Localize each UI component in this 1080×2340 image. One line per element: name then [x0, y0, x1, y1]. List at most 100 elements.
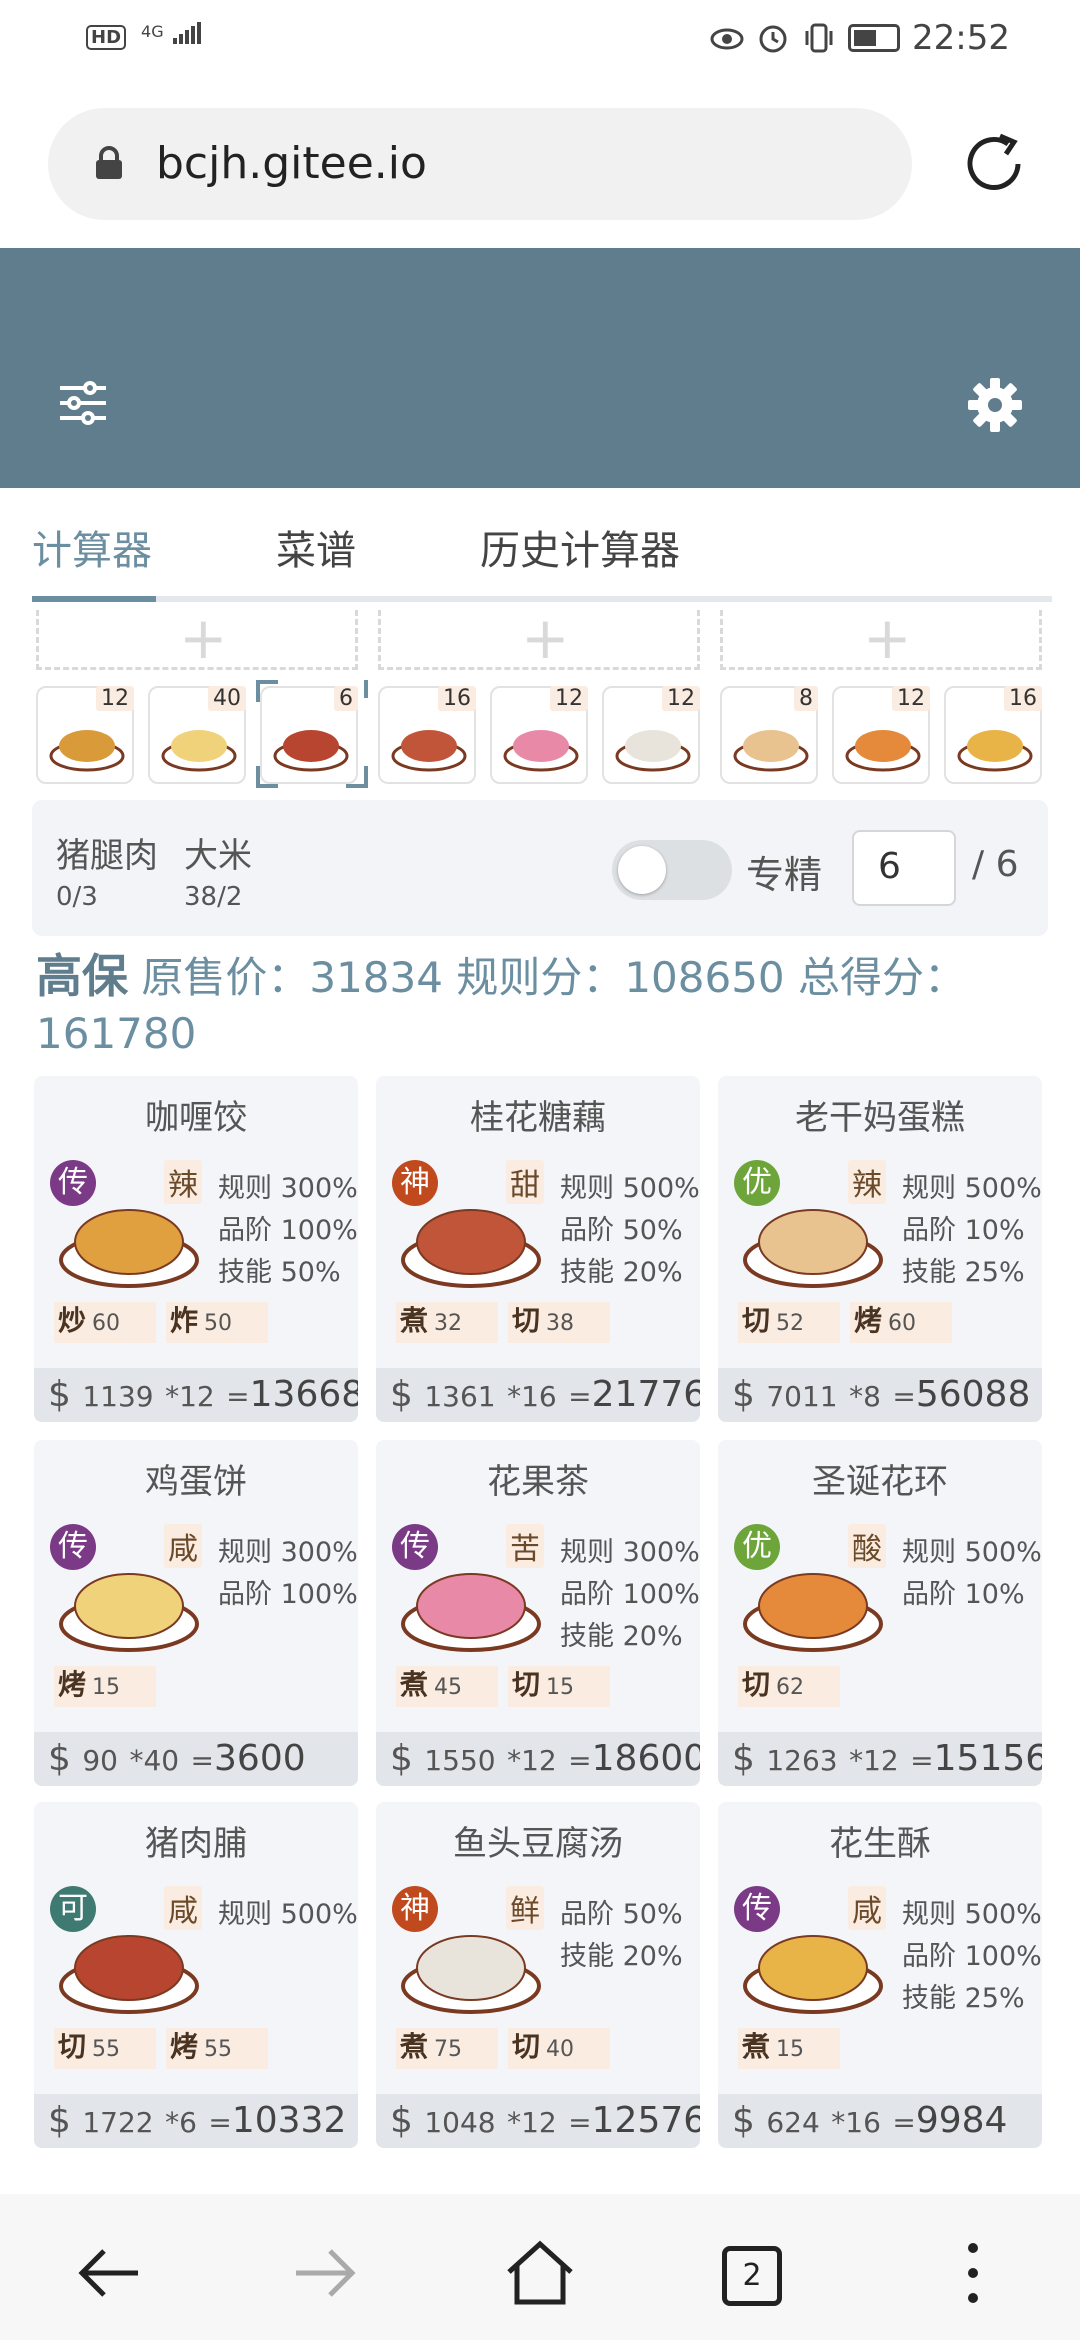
tab-count-button[interactable]: 2: [722, 2246, 782, 2306]
flavor-tag: 辣: [164, 1160, 202, 1204]
total-price: 10332: [231, 2100, 347, 2141]
chef-slot-1[interactable]: +: [36, 609, 358, 670]
total-price: 13668: [249, 1374, 358, 1415]
back-arrow-icon[interactable]: [74, 2238, 144, 2308]
dish-image: [733, 730, 809, 772]
flavor-tag: 咸: [848, 1886, 886, 1930]
recipe-count: 16: [438, 686, 476, 711]
unit-price: 1550: [424, 1744, 496, 1777]
recipe-card[interactable]: 鸡蛋饼传 咸规则 300% 品阶 100% 烤 15 $ 90 *40 =3600: [34, 1440, 358, 1786]
signal-icon: [172, 22, 203, 50]
recipe-card[interactable]: 老干妈蛋糕优辣规则 500% 品阶 10% 技能 25% 切 52 烤 60 $ 7011 *…: [718, 1076, 1042, 1422]
rarity-badge: 神: [392, 1160, 438, 1206]
flavor-tag: 酸: [848, 1524, 886, 1568]
eye-icon: [710, 21, 744, 55]
multiplier-text: 技能 25%: [902, 1257, 1025, 1288]
forward-arrow-icon[interactable]: [290, 2238, 360, 2308]
filter-settings-icon[interactable]: [58, 378, 108, 428]
multiplier-text: 品阶 100%: [902, 1941, 1042, 1972]
unit-price: 7011: [766, 1380, 838, 1413]
skill-value: 40: [546, 2037, 575, 2062]
hd-badge: HD: [86, 25, 127, 50]
skill-value: 50: [204, 1311, 233, 1336]
rarity-badge: 优: [734, 1524, 780, 1570]
skill-list: 烤 15: [54, 1666, 166, 1707]
gear-icon[interactable]: [966, 376, 1024, 434]
recipe-card[interactable]: 花生酥传 咸规则 500% 品阶 100% 技能 25% 煮 15 $ 624 *16 =9…: [718, 1802, 1042, 2148]
more-menu-icon[interactable]: [938, 2238, 1008, 2308]
dish-image: [161, 730, 237, 772]
skill-name: 炒: [58, 1304, 87, 1337]
price-footer: $ 624 *16 =9984: [718, 2094, 1042, 2148]
multiplier-text: 品阶 100%: [218, 1579, 358, 1610]
skill-name: 切: [58, 2030, 87, 2063]
multiplier-text: 规则 300%: [560, 1537, 700, 1568]
rarity-badge: 传: [392, 1524, 438, 1570]
currency-symbol: $: [732, 1738, 755, 1779]
recipe-card[interactable]: 桂花糖藕神甜规则 500% 品阶 50% 技能 20% 煮 32 切 38 $ 1361 *1…: [376, 1076, 700, 1422]
skill-name: 煮: [400, 2030, 429, 2063]
browser-bottom-nav: 2: [0, 2194, 1080, 2340]
mastery-max: / 6: [972, 844, 1019, 885]
tab-recipes[interactable]: 菜谱: [276, 518, 356, 576]
reload-icon[interactable]: [958, 128, 1030, 200]
main-tabs: 计算器 菜谱 历史计算器: [32, 488, 1052, 604]
recipe-name: 老干妈蛋糕: [795, 1098, 965, 1138]
recipe-thumb[interactable]: 12: [602, 686, 700, 784]
total-price: 9984: [915, 2100, 1008, 2141]
currency-symbol: $: [390, 2100, 413, 2141]
skill-name: 炸: [170, 1304, 199, 1337]
recipe-card[interactable]: 花果茶传苦规则 300% 品阶 100% 技能 20% 煮 45 切 15 $ 1550 *1…: [376, 1440, 700, 1786]
recipe-card[interactable]: 鱼头豆腐汤神鲜品阶 50% 技能 20% 煮 75 切 40 $ 1048 *12 =125…: [376, 1802, 700, 2148]
recipe-thumb[interactable]: 12: [490, 686, 588, 784]
quantity: *6: [165, 2106, 197, 2139]
unit-price: 90: [82, 1744, 118, 1777]
recipe-thumb[interactable]: 12: [832, 686, 930, 784]
quantity: *12: [507, 2106, 557, 2139]
skill-value: 75: [434, 2037, 463, 2062]
chef-slot-2[interactable]: +: [378, 609, 700, 670]
price-footer: $ 7011 *8 =56088: [718, 1368, 1042, 1422]
skill-list: 切 62: [738, 1666, 850, 1707]
tab-calculator[interactable]: 计算器: [32, 518, 152, 576]
multiplier-text: 规则 500%: [218, 1899, 358, 1930]
price-footer: $ 1048 *12 =12576: [376, 2094, 700, 2148]
rarity-badge: 神: [392, 1886, 438, 1932]
dish-image: [615, 730, 691, 772]
rarity-badge: 传: [50, 1524, 96, 1570]
chef-slot-3[interactable]: +: [720, 609, 1042, 670]
recipe-count: 12: [662, 686, 700, 711]
tab-history-calculator[interactable]: 历史计算器: [480, 518, 680, 576]
flavor-tag: 辣: [848, 1160, 886, 1204]
battery-icon: [848, 24, 901, 52]
price-footer: $ 90 *40 =3600: [34, 1732, 358, 1786]
mastery-toggle[interactable]: [612, 840, 732, 900]
multiplier-list: 规则 500% 品阶 10%: [902, 1532, 1042, 1616]
recipe-thumb[interactable]: 12: [36, 686, 134, 784]
recipe-name: 鱼头豆腐汤: [453, 1824, 623, 1864]
recipe-card[interactable]: 猪肉脯可咸规则 500% 切 55 烤 55 $ 1722 *6 =10332: [34, 1802, 358, 2148]
ingredient-row: 猪腿肉 0/3 大米 38/2 专精 6 / 6: [32, 800, 1048, 936]
mastery-input[interactable]: 6: [852, 830, 956, 906]
equals-sign: =: [910, 1744, 934, 1777]
multiplier-list: 规则 300% 品阶 100%: [218, 1532, 358, 1616]
rarity-badge: 优: [734, 1160, 780, 1206]
recipe-count: 40: [208, 686, 246, 711]
skill-value: 62: [776, 1675, 805, 1700]
skill-name: 烤: [170, 2030, 199, 2063]
recipe-card[interactable]: 圣诞花环优 酸规则 500% 品阶 10% 切 62 $ 1263 *12 =15156: [718, 1440, 1042, 1786]
recipe-card[interactable]: 咖喱饺传辣规则 300% 品阶 100% 技能 50% 炒 60 炸 50 $ 1139 *1…: [34, 1076, 358, 1422]
home-icon[interactable]: [505, 2238, 575, 2308]
url-field[interactable]: bcjh.gitee.io: [48, 108, 912, 220]
network-type: 4G: [141, 22, 164, 41]
recipe-thumb[interactable]: 16: [944, 686, 1042, 784]
status-time: 22:52: [912, 18, 1010, 58]
skill-tag: 切 40: [508, 2028, 610, 2069]
flavor-tag: 鲜: [506, 1886, 544, 1930]
recipe-thumb[interactable]: 40: [148, 686, 246, 784]
multiplier-text: 技能 20%: [560, 1941, 683, 1972]
skill-name: 煮: [400, 1668, 429, 1701]
recipe-thumb[interactable]: 16: [378, 686, 476, 784]
multiplier-text: 技能 20%: [560, 1257, 683, 1288]
recipe-thumb[interactable]: 8: [720, 686, 818, 784]
